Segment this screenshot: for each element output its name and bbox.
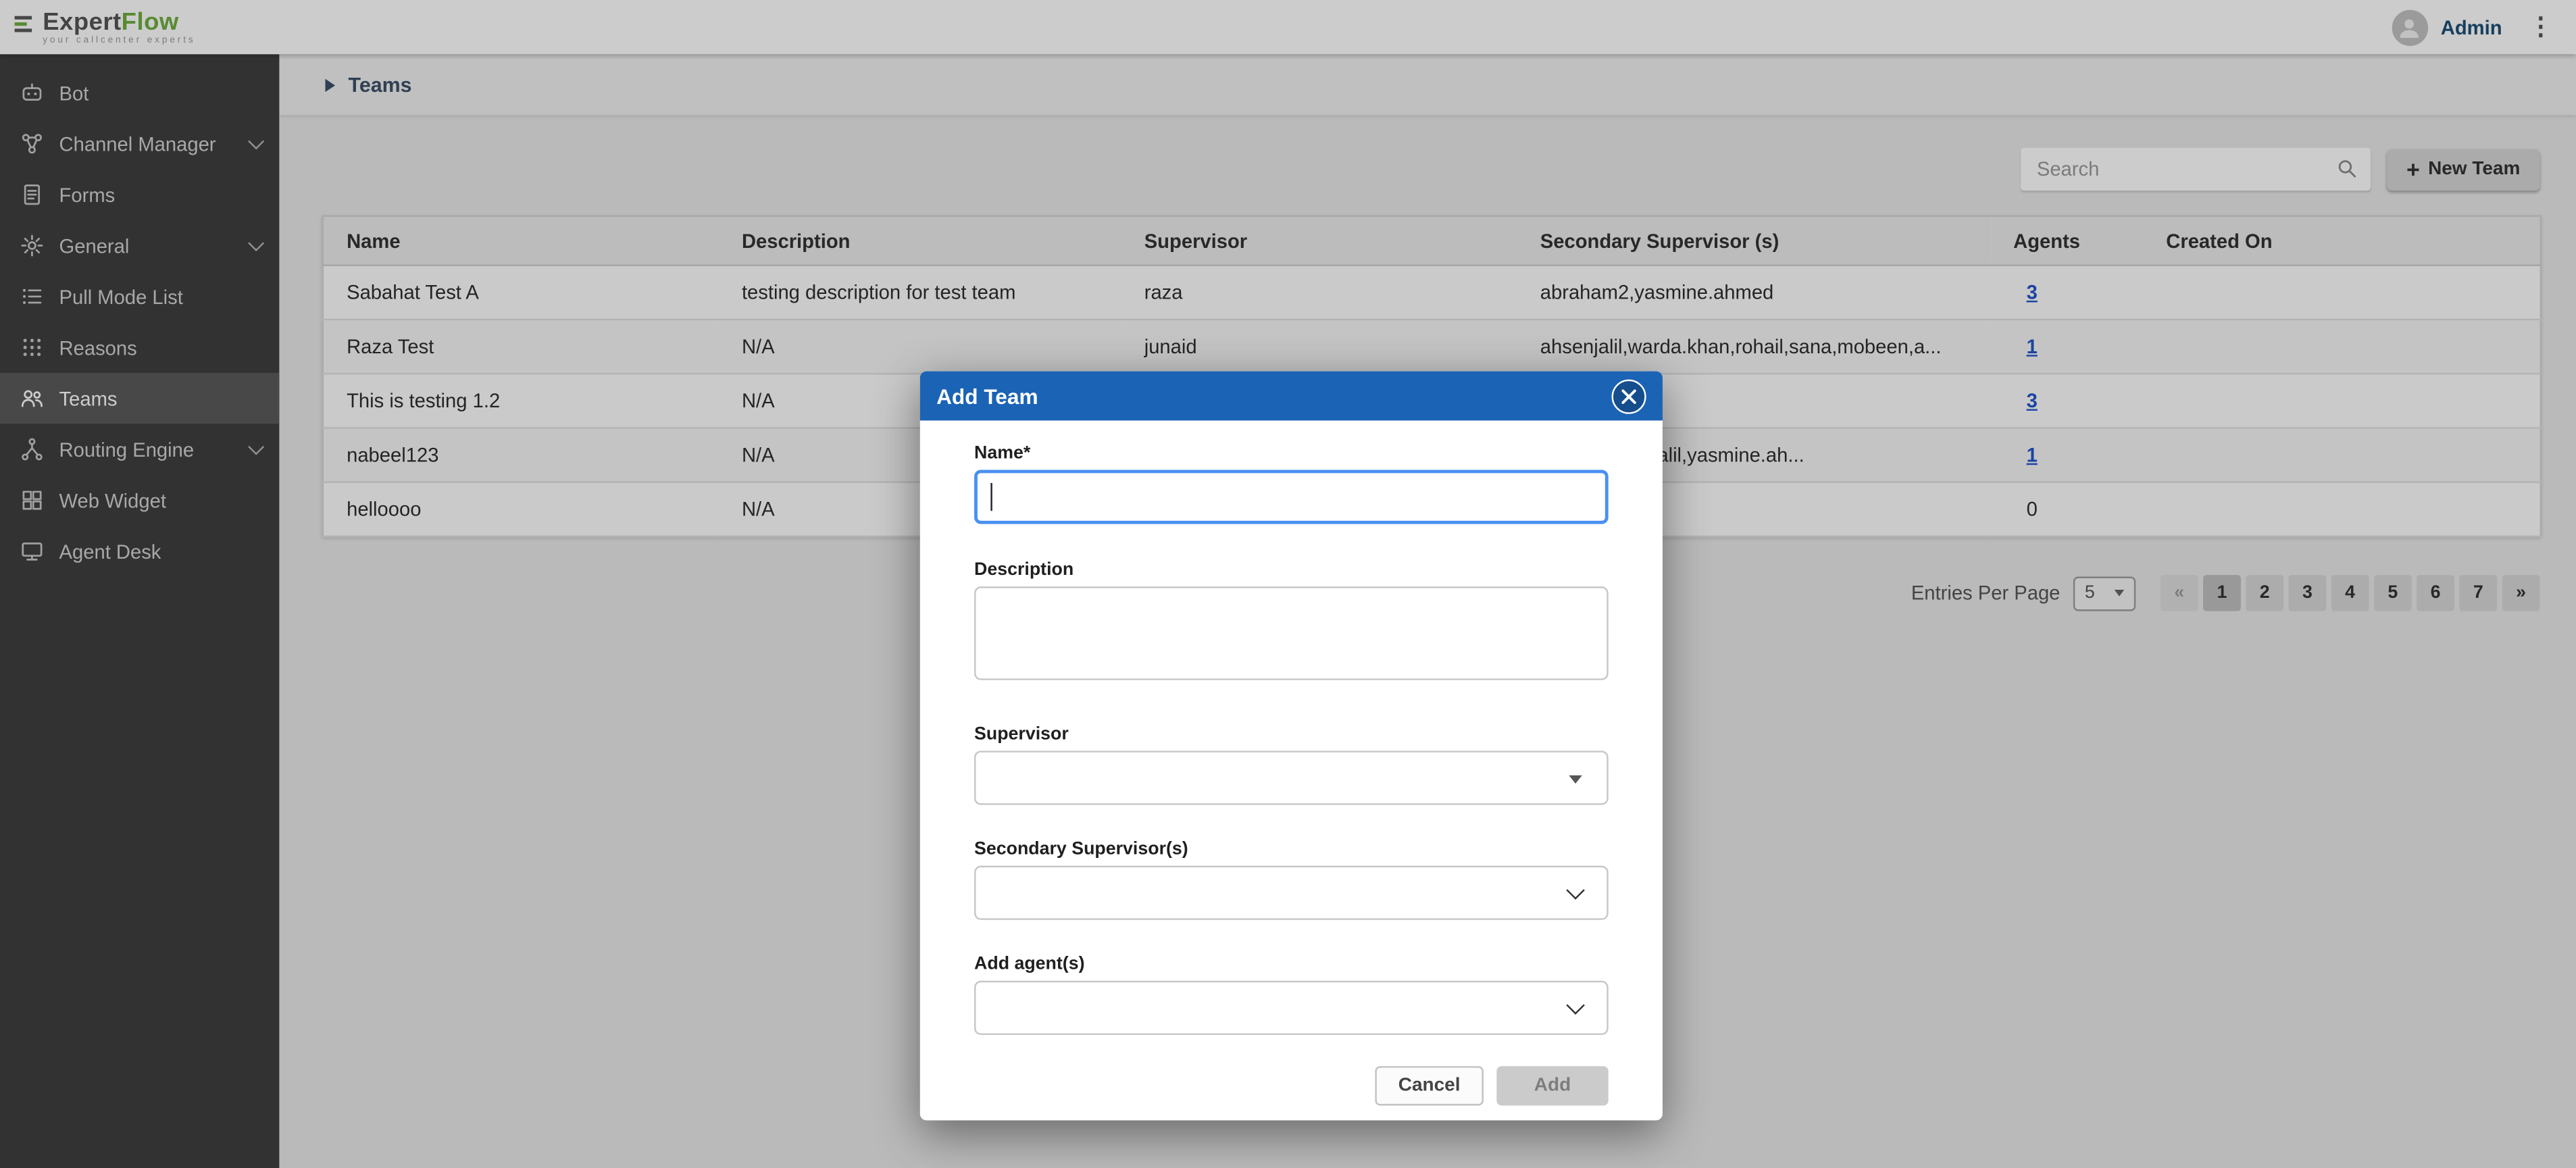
description-textarea[interactable]: [974, 586, 1609, 680]
description-label: Description: [974, 560, 1609, 580]
chevron-down-icon: [1566, 881, 1585, 900]
name-field-wrap: [974, 469, 1609, 524]
add-button[interactable]: Add: [1496, 1066, 1608, 1105]
close-button[interactable]: [1612, 379, 1646, 413]
name-label: Name*: [974, 444, 1609, 463]
name-input[interactable]: [974, 469, 1609, 524]
app-window: ExpertFlow your callcenter experts Admin…: [0, 0, 2576, 1168]
cancel-button[interactable]: Cancel: [1375, 1066, 1483, 1105]
supervisor-select[interactable]: [974, 751, 1609, 805]
caret-down-icon: [1569, 776, 1582, 784]
modal-actions: Cancel Add: [1375, 1066, 1608, 1105]
secondary-supervisors-select[interactable]: [974, 866, 1609, 920]
supervisor-label: Supervisor: [974, 724, 1609, 744]
add-team-modal: Add Team Name* Description Supervisor Se…: [920, 372, 1663, 1121]
modal-title: Add Team: [936, 384, 1038, 408]
close-icon: [1621, 388, 1636, 403]
modal-header: Add Team: [920, 372, 1663, 421]
text-caret: [990, 483, 992, 511]
add-agents-label: Add agent(s): [974, 955, 1609, 974]
secondary-supervisors-label: Secondary Supervisor(s): [974, 840, 1609, 859]
chevron-down-icon: [1566, 996, 1585, 1015]
add-agents-select[interactable]: [974, 981, 1609, 1035]
modal-body: Name* Description Supervisor Secondary S…: [920, 421, 1663, 1121]
